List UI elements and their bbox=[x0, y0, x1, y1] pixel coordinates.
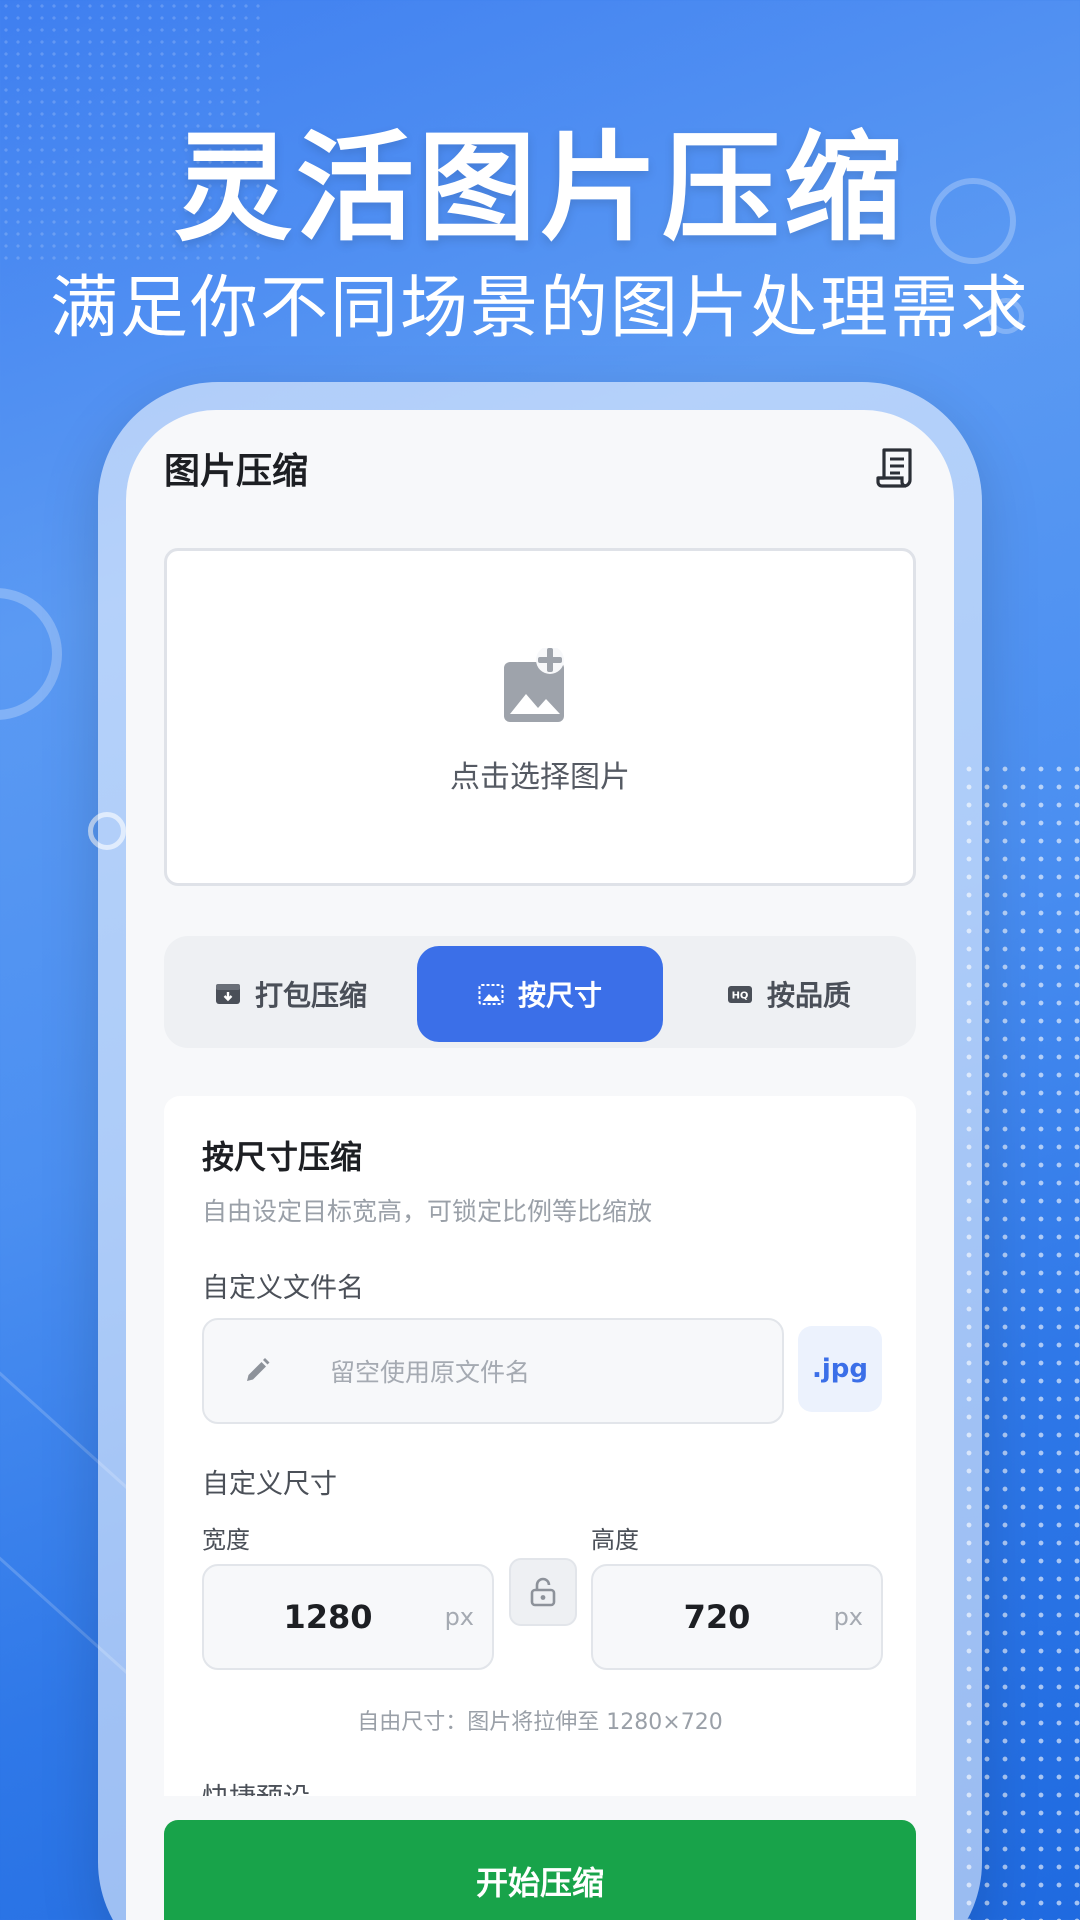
tab-quality-label: 按品质 bbox=[766, 979, 851, 1012]
extension-badge[interactable]: .jpg bbox=[798, 1326, 882, 1412]
filename-placeholder: 留空使用原文件名 bbox=[330, 1358, 531, 1387]
card-description: 自由设定目标宽高，可锁定比例等比缩放 bbox=[202, 1197, 653, 1226]
tab-resize[interactable]: 按尺寸 bbox=[417, 946, 663, 1042]
tab-archive[interactable]: 打包压缩 bbox=[168, 946, 414, 1042]
pencil-icon bbox=[247, 1358, 270, 1381]
size-label: 自定义尺寸 bbox=[202, 1469, 337, 1500]
hq-icon: HQ bbox=[727, 986, 752, 1003]
width-value: 1280 bbox=[283, 1598, 373, 1636]
upload-label: 点击选择图片 bbox=[450, 760, 630, 795]
bottom-action-bar: 开始压缩 bbox=[126, 1796, 954, 1920]
height-input[interactable]: 720 px bbox=[591, 1564, 883, 1670]
resize-icon bbox=[478, 984, 504, 1005]
app-screen: 图片压缩 点击选择图片 打包压缩 按尺寸 HQ 按品质 按尺寸压缩 自由设定目标… bbox=[126, 410, 954, 1920]
filename-label: 自定义文件名 bbox=[202, 1273, 364, 1304]
width-label: 宽度 bbox=[202, 1526, 250, 1554]
tab-archive-label: 打包压缩 bbox=[254, 979, 367, 1012]
resize-hint: 自由尺寸：图片将拉伸至 1280×720 bbox=[357, 1710, 723, 1735]
tab-quality[interactable]: HQ 按品质 bbox=[666, 946, 912, 1042]
width-input[interactable]: 1280 px bbox=[202, 1564, 494, 1670]
start-compress-button[interactable]: 开始压缩 bbox=[164, 1820, 916, 1920]
filename-input[interactable]: 留空使用原文件名 bbox=[202, 1318, 784, 1424]
hero-title: 灵活图片压缩 bbox=[173, 119, 906, 257]
height-label: 高度 bbox=[591, 1526, 639, 1554]
aspect-lock-button[interactable] bbox=[509, 1558, 577, 1626]
tab-resize-label: 按尺寸 bbox=[517, 979, 602, 1012]
compress-mode-tabs: 打包压缩 按尺寸 HQ 按品质 bbox=[164, 936, 916, 1048]
height-unit: px bbox=[833, 1603, 863, 1631]
hero-subtitle: 满足你不同场景的图片处理需求 bbox=[49, 269, 1030, 348]
width-unit: px bbox=[444, 1603, 474, 1631]
card-title: 按尺寸压缩 bbox=[202, 1138, 363, 1176]
decor-ring bbox=[0, 588, 62, 720]
svg-text:HQ: HQ bbox=[732, 991, 749, 1002]
height-value: 720 bbox=[683, 1598, 751, 1636]
app-title: 图片压缩 bbox=[164, 451, 309, 492]
image-upload-area[interactable]: 点击选择图片 bbox=[164, 548, 916, 886]
archive-icon bbox=[215, 984, 240, 1004]
unlock-icon bbox=[530, 1577, 556, 1607]
add-image-icon bbox=[504, 648, 564, 722]
app-header: 图片压缩 bbox=[164, 438, 916, 498]
document-icon[interactable] bbox=[876, 446, 916, 490]
